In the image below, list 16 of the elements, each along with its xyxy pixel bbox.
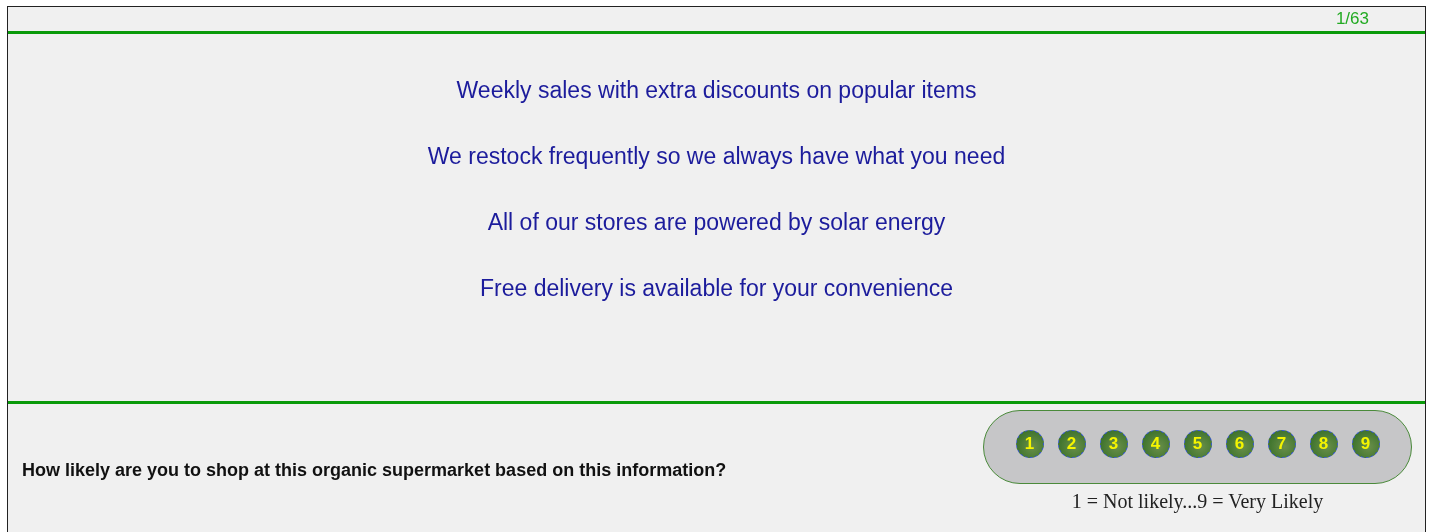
rating-option[interactable]: 6 [1225,430,1254,458]
rating-option[interactable]: 9 [1351,430,1380,458]
rating-option[interactable]: 5 [1183,430,1212,458]
rating-option[interactable]: 4 [1141,430,1170,458]
rating-option[interactable]: 8 [1309,430,1338,458]
statement-text: Weekly sales with extra discounts on popular items [456,76,977,104]
rating-option[interactable]: 3 [1099,430,1128,458]
scale-caption: 1 = Not likely...9 = Very Likely [1071,490,1324,513]
page-counter: 1/63 [1335,9,1369,29]
question-text: How likely are you to shop at this organic supermarket based on this information? [22,460,727,481]
rating-option[interactable]: 2 [1057,430,1086,458]
rating-option[interactable]: 7 [1267,430,1296,458]
rating-option[interactable]: 1 [1015,430,1044,458]
statement-text: Free delivery is available for your convenience [480,274,953,302]
statement-text: All of our stores are powered by solar energy [487,208,946,236]
statement-text: We restock frequently so we always have what you need [427,142,1006,170]
